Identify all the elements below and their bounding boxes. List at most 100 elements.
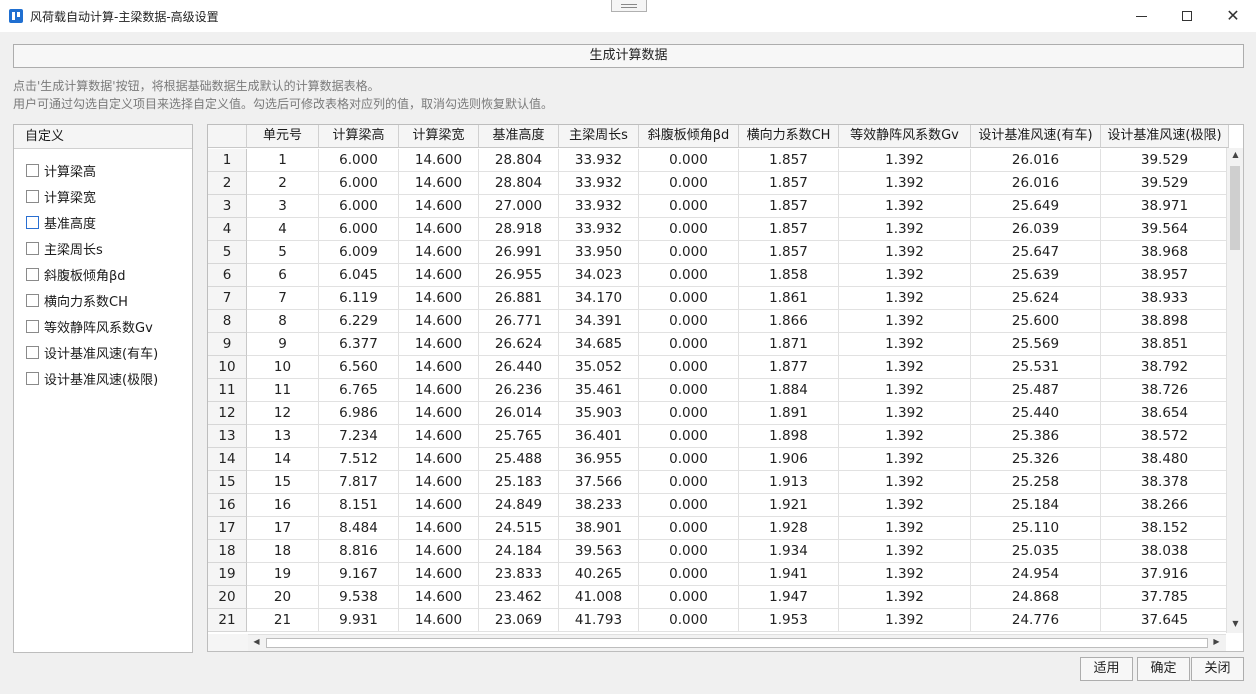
table-cell[interactable]: 39.563 xyxy=(559,540,639,563)
table-row[interactable]: 8 8 6.229 14.600 26.771 34.391 0.000 1.866 1.392… xyxy=(208,310,1229,333)
table-cell[interactable]: 14 xyxy=(247,448,319,471)
table-cell[interactable]: 37.645 xyxy=(1101,609,1229,632)
table-cell[interactable]: 23.462 xyxy=(479,586,559,609)
table-cell[interactable]: 6.229 xyxy=(319,310,399,333)
table-cell[interactable]: 0.000 xyxy=(639,563,739,586)
table-cell[interactable]: 26.016 xyxy=(971,172,1101,195)
table-cell[interactable]: 0.000 xyxy=(639,218,739,241)
table-cell[interactable]: 38.726 xyxy=(1101,379,1229,402)
table-cell[interactable]: 1.392 xyxy=(839,563,971,586)
table-cell[interactable]: 14.600 xyxy=(399,310,479,333)
table-cell[interactable]: 1.921 xyxy=(739,494,839,517)
table-row[interactable]: 13 13 7.234 14.600 25.765 36.401 0.000 1.898 1.3… xyxy=(208,425,1229,448)
checkbox[interactable] xyxy=(26,241,39,255)
table-cell[interactable]: 6.000 xyxy=(319,149,399,172)
table-cell[interactable]: 1.866 xyxy=(739,310,839,333)
table-cell[interactable]: 0.000 xyxy=(639,149,739,172)
table-cell[interactable]: 1.934 xyxy=(739,540,839,563)
table-cell[interactable]: 6.000 xyxy=(319,172,399,195)
row-header[interactable]: 18 xyxy=(208,540,247,563)
column-header[interactable]: 斜腹板倾角βd xyxy=(639,125,739,148)
table-cell[interactable]: 0.000 xyxy=(639,333,739,356)
column-header[interactable]: 等效静阵风系数Gv xyxy=(839,125,971,148)
table-cell[interactable]: 1.857 xyxy=(739,195,839,218)
table-cell[interactable]: 38.898 xyxy=(1101,310,1229,333)
table-cell[interactable]: 4 xyxy=(247,218,319,241)
table-row[interactable]: 19 19 9.167 14.600 23.833 40.265 0.000 1.941 1.3… xyxy=(208,563,1229,586)
table-cell[interactable]: 1.392 xyxy=(839,172,971,195)
table-cell[interactable]: 38.654 xyxy=(1101,402,1229,425)
custom-checkbox-row[interactable]: 横向力系数CH xyxy=(26,291,128,310)
table-cell[interactable]: 25.110 xyxy=(971,517,1101,540)
table-cell[interactable]: 14.600 xyxy=(399,586,479,609)
table-cell[interactable]: 1.392 xyxy=(839,379,971,402)
table-cell[interactable]: 36.401 xyxy=(559,425,639,448)
table-cell[interactable]: 24.954 xyxy=(971,563,1101,586)
row-header[interactable]: 3 xyxy=(208,195,247,218)
table-cell[interactable]: 38.968 xyxy=(1101,241,1229,264)
table-cell[interactable]: 26.991 xyxy=(479,241,559,264)
table-cell[interactable]: 1.953 xyxy=(739,609,839,632)
scroll-up-icon[interactable]: ▲ xyxy=(1227,150,1244,159)
table-cell[interactable]: 14.600 xyxy=(399,540,479,563)
table-row[interactable]: 3 3 6.000 14.600 27.000 33.932 0.000 1.857 1.392… xyxy=(208,195,1229,218)
table-cell[interactable]: 25.639 xyxy=(971,264,1101,287)
table-cell[interactable]: 25.600 xyxy=(971,310,1101,333)
close-window-button[interactable]: ✕ xyxy=(1210,0,1256,32)
table-cell[interactable]: 1.392 xyxy=(839,218,971,241)
table-cell[interactable]: 1 xyxy=(247,149,319,172)
table-cell[interactable]: 1.392 xyxy=(839,333,971,356)
custom-checkbox-row[interactable]: 基准高度 xyxy=(26,213,96,232)
table-cell[interactable]: 1.392 xyxy=(839,448,971,471)
table-cell[interactable]: 38.933 xyxy=(1101,287,1229,310)
table-cell[interactable]: 12 xyxy=(247,402,319,425)
table-cell[interactable]: 25.326 xyxy=(971,448,1101,471)
close-button[interactable]: 关闭 xyxy=(1191,657,1244,681)
table-cell[interactable]: 24.184 xyxy=(479,540,559,563)
table-cell[interactable]: 25.531 xyxy=(971,356,1101,379)
table-cell[interactable]: 1.392 xyxy=(839,241,971,264)
table-cell[interactable]: 9.167 xyxy=(319,563,399,586)
table-cell[interactable]: 1.871 xyxy=(739,333,839,356)
table-cell[interactable]: 24.776 xyxy=(971,609,1101,632)
table-cell[interactable]: 1.928 xyxy=(739,517,839,540)
table-cell[interactable]: 1.858 xyxy=(739,264,839,287)
row-header[interactable]: 8 xyxy=(208,310,247,333)
table-row[interactable]: 21 21 9.931 14.600 23.069 41.793 0.000 1.953 1.3… xyxy=(208,609,1229,632)
table-cell[interactable]: 0.000 xyxy=(639,172,739,195)
vertical-scroll-thumb[interactable] xyxy=(1230,166,1240,250)
table-cell[interactable]: 38.266 xyxy=(1101,494,1229,517)
table-cell[interactable]: 14.600 xyxy=(399,609,479,632)
table-cell[interactable]: 17 xyxy=(247,517,319,540)
table-cell[interactable]: 7.512 xyxy=(319,448,399,471)
table-cell[interactable]: 14.600 xyxy=(399,517,479,540)
table-cell[interactable]: 1.392 xyxy=(839,425,971,448)
table-cell[interactable]: 41.793 xyxy=(559,609,639,632)
scroll-right-icon[interactable]: ▶ xyxy=(1208,637,1225,646)
table-cell[interactable]: 7.817 xyxy=(319,471,399,494)
table-cell[interactable]: 1.392 xyxy=(839,586,971,609)
table-cell[interactable]: 38.901 xyxy=(559,517,639,540)
table-cell[interactable]: 0.000 xyxy=(639,540,739,563)
table-cell[interactable]: 20 xyxy=(247,586,319,609)
custom-checkbox-row[interactable]: 设计基准风速(有车) xyxy=(26,343,158,362)
table-cell[interactable]: 8 xyxy=(247,310,319,333)
generate-data-button[interactable]: 生成计算数据 xyxy=(13,44,1244,68)
table-cell[interactable]: 38.152 xyxy=(1101,517,1229,540)
table-cell[interactable]: 14.600 xyxy=(399,402,479,425)
vertical-scrollbar[interactable]: ▲ ▼ xyxy=(1226,148,1243,633)
table-cell[interactable]: 1.392 xyxy=(839,195,971,218)
table-cell[interactable]: 25.183 xyxy=(479,471,559,494)
table-cell[interactable]: 26.881 xyxy=(479,287,559,310)
table-cell[interactable]: 1.857 xyxy=(739,172,839,195)
table-cell[interactable]: 0.000 xyxy=(639,494,739,517)
table-cell[interactable]: 33.950 xyxy=(559,241,639,264)
table-cell[interactable]: 1.947 xyxy=(739,586,839,609)
table-cell[interactable]: 14.600 xyxy=(399,494,479,517)
table-cell[interactable]: 6.377 xyxy=(319,333,399,356)
table-cell[interactable]: 25.487 xyxy=(971,379,1101,402)
checkbox[interactable] xyxy=(26,293,39,307)
table-cell[interactable]: 23.833 xyxy=(479,563,559,586)
table-cell[interactable]: 0.000 xyxy=(639,379,739,402)
table-cell[interactable]: 28.804 xyxy=(479,172,559,195)
